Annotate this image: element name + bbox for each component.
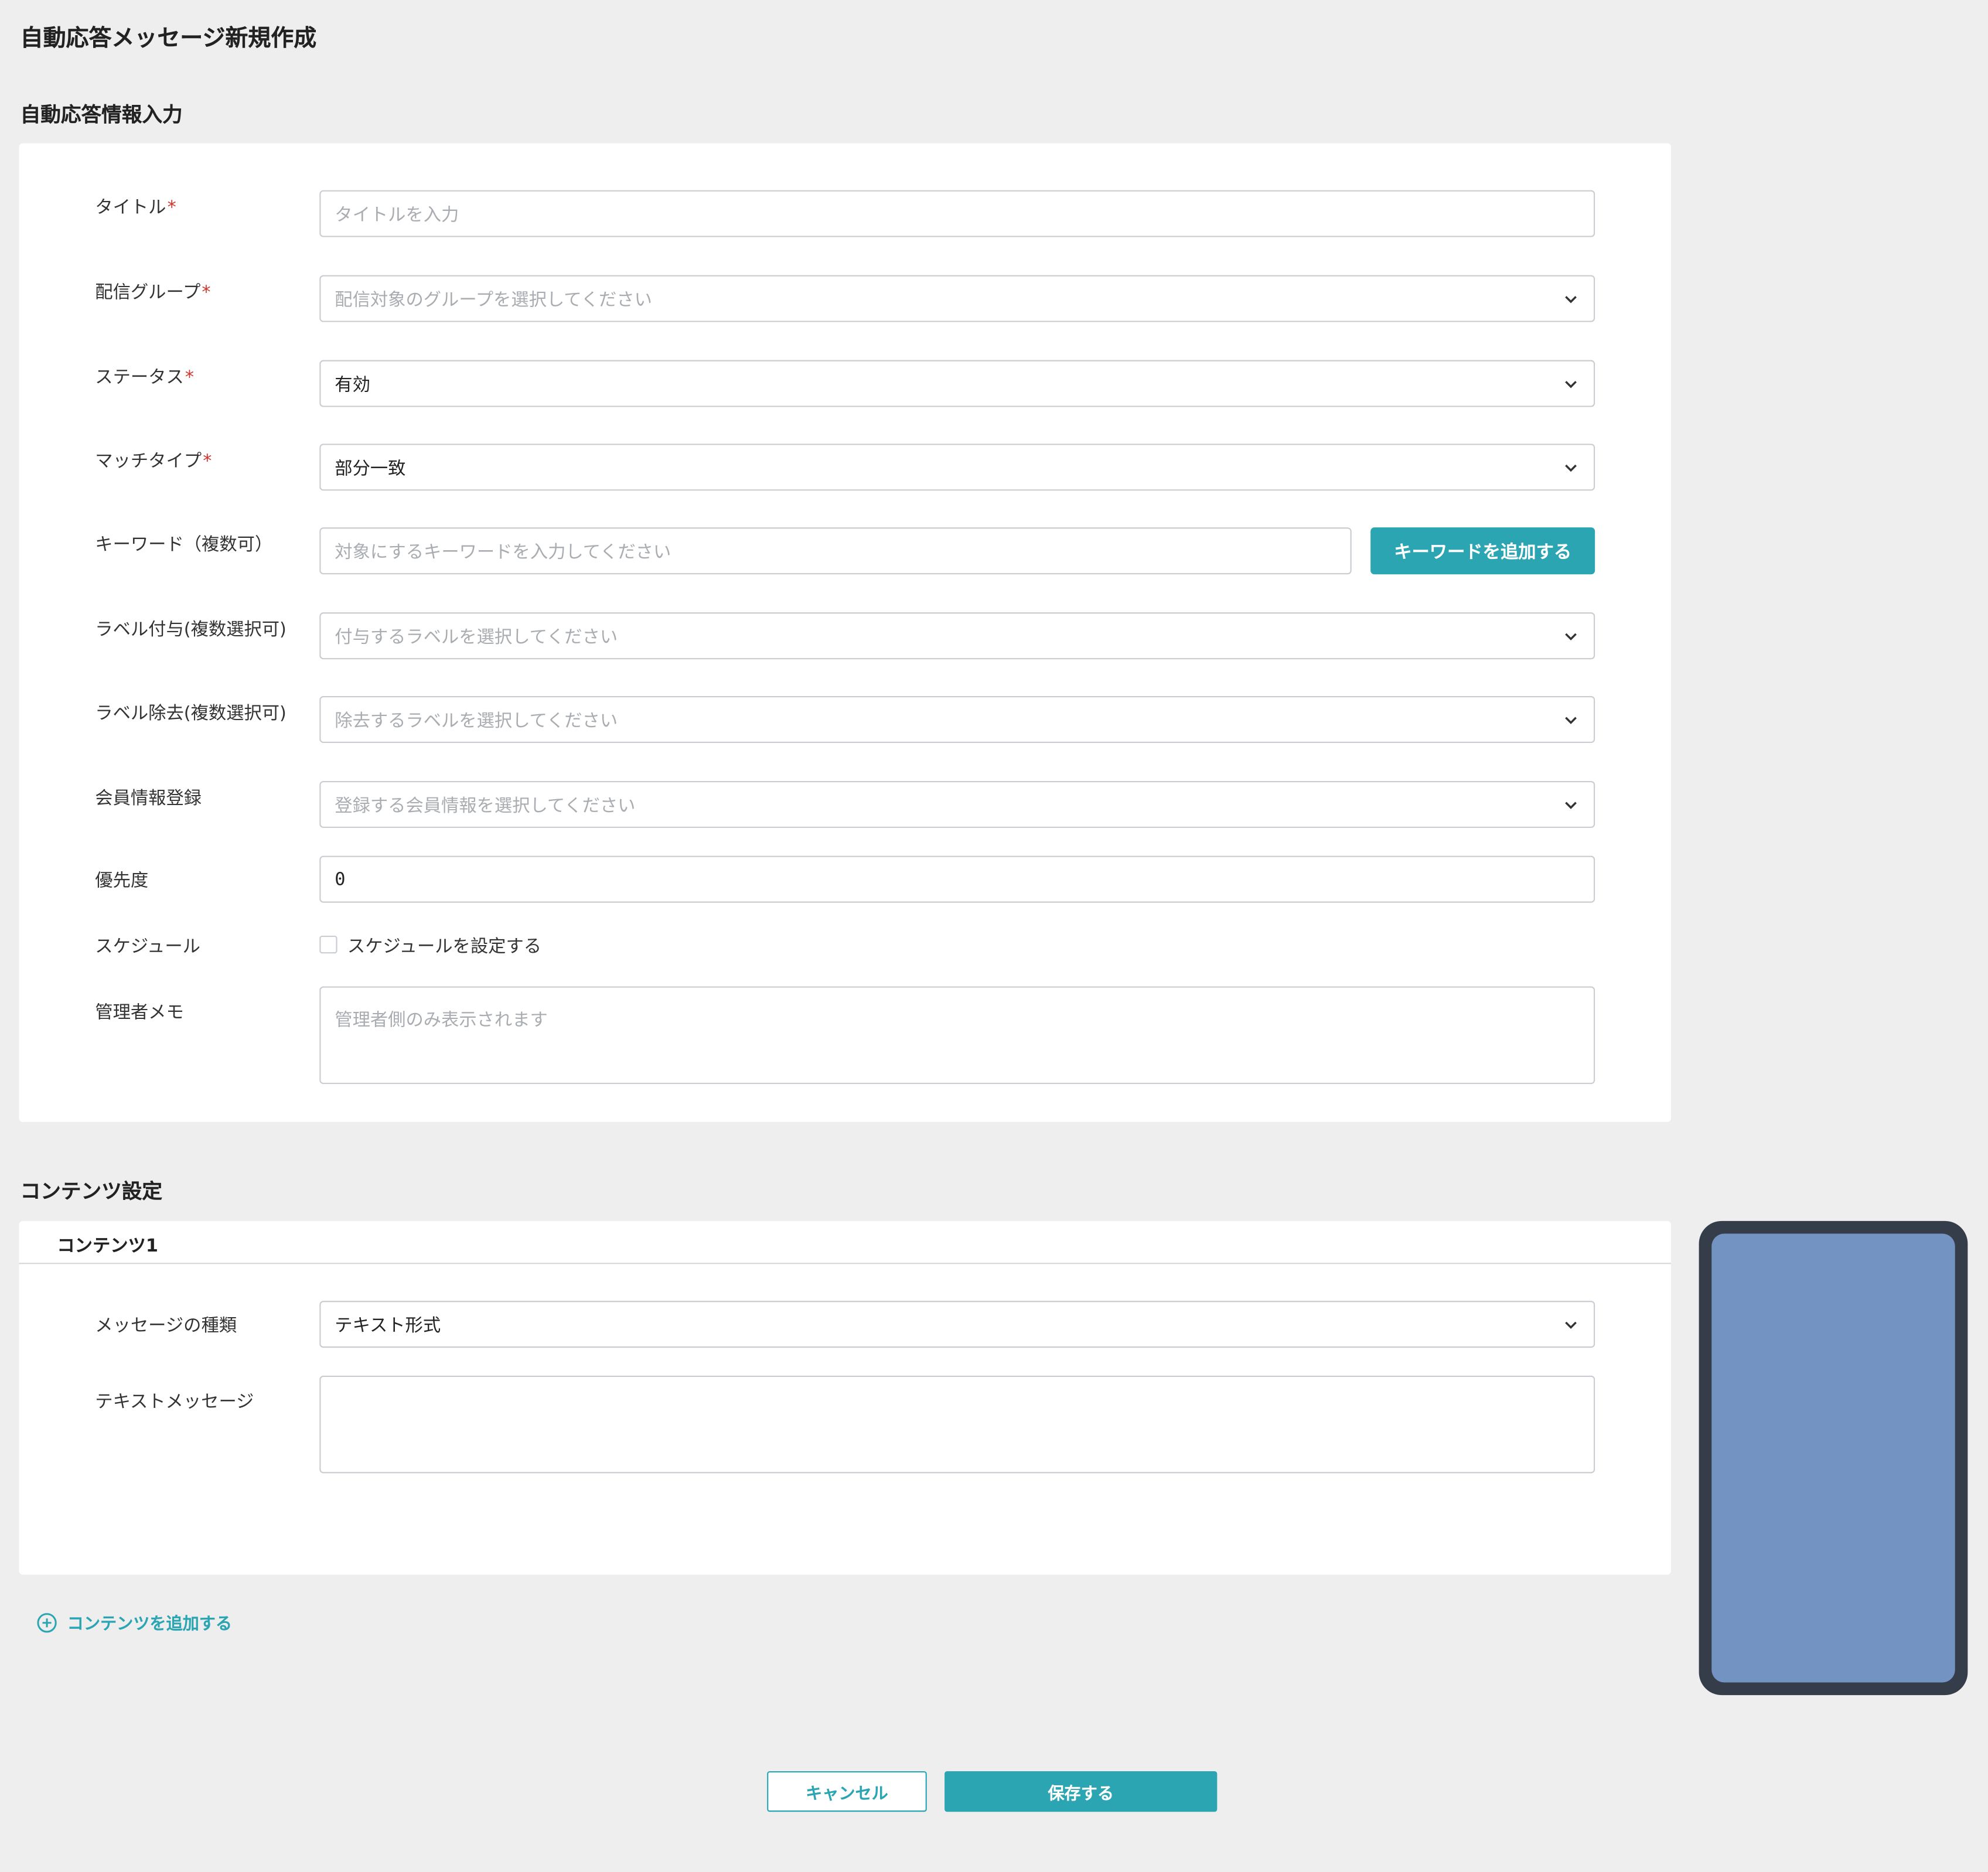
page-title: 自動応答メッセージ新規作成 xyxy=(20,25,317,52)
chevron-down-icon xyxy=(1565,380,1577,388)
text-message-label: テキストメッセージ xyxy=(95,1392,254,1413)
keyword-input[interactable]: 対象にするキーワードを入力してください xyxy=(319,527,1352,575)
chevron-down-icon xyxy=(1565,632,1577,640)
label-add-label: ラベル付与(複数選択可) xyxy=(95,620,287,640)
content-header: コンテンツ1 xyxy=(19,1221,1672,1264)
add-keyword-button[interactable]: キーワードを追加する xyxy=(1370,527,1595,575)
message-type-select[interactable]: テキスト形式 xyxy=(319,1301,1595,1348)
status-select-value: 有効 xyxy=(335,374,370,395)
member-info-select-placeholder: 登録する会員情報を選択してください xyxy=(335,795,636,816)
label-add-select-placeholder: 付与するラベルを選択してください xyxy=(335,627,618,647)
match-type-select-value: 部分一致 xyxy=(335,458,406,479)
label-remove-select-placeholder: 除去するラベルを選択してください xyxy=(335,710,618,731)
info-section-title: 自動応答情報入力 xyxy=(20,103,183,127)
match-type-label: マッチタイプ * xyxy=(95,451,212,472)
label-remove-label: ラベル除去(複数選択可) xyxy=(95,703,287,724)
chevron-down-icon xyxy=(1565,295,1577,303)
content-card: コンテンツ1 メッセージの種類 テキスト形式 テキストメッセージ xyxy=(19,1220,1672,1575)
content-header-title: コンテンツ1 xyxy=(57,1236,158,1257)
message-type-select-value: テキスト形式 xyxy=(335,1315,441,1336)
content-section-title: コンテンツ設定 xyxy=(20,1179,163,1203)
schedule-label: スケジュール xyxy=(95,937,200,957)
phone-preview xyxy=(1699,1220,1968,1696)
priority-label: 優先度 xyxy=(95,871,149,892)
schedule-checkbox-label[interactable]: スケジュールを設定する xyxy=(347,933,541,959)
add-content-button[interactable]: コンテンツを追加する xyxy=(37,1610,232,1634)
page-root: 自動応答メッセージ新規作成 自動応答情報入力 タイトル * タイトルを入力 配信グ… xyxy=(0,0,1988,1872)
title-label: タイトル * xyxy=(95,197,176,219)
chevron-down-icon xyxy=(1565,716,1577,724)
required-mark: * xyxy=(202,282,211,304)
status-label: ステータス * xyxy=(95,367,195,388)
plus-circle-icon xyxy=(37,1612,57,1632)
match-type-select[interactable]: 部分一致 xyxy=(319,444,1595,491)
priority-input[interactable]: 0 xyxy=(319,855,1595,903)
label-remove-select[interactable]: 除去するラベルを選択してください xyxy=(319,695,1595,744)
required-mark: * xyxy=(185,367,195,388)
schedule-checkbox[interactable] xyxy=(319,935,337,954)
phone-preview-screen xyxy=(1711,1233,1955,1683)
label-add-select[interactable]: 付与するラベルを選択してください xyxy=(319,612,1595,660)
cancel-button[interactable]: キャンセル xyxy=(767,1771,927,1812)
chevron-down-icon xyxy=(1565,801,1577,809)
member-info-select[interactable]: 登録する会員情報を選択してください xyxy=(319,780,1595,828)
chevron-down-icon xyxy=(1565,463,1577,472)
info-card: タイトル * タイトルを入力 配信グループ * 配信対象のグループを選択してください… xyxy=(19,143,1672,1123)
add-content-label: コンテンツを追加する xyxy=(67,1615,233,1635)
memo-label: 管理者メモ xyxy=(95,1003,184,1024)
group-select[interactable]: 配信対象のグループを選択してください xyxy=(319,275,1595,322)
chevron-down-icon xyxy=(1565,1321,1577,1328)
text-message-textarea[interactable] xyxy=(319,1375,1595,1474)
required-mark: * xyxy=(203,451,212,472)
status-select[interactable]: 有効 xyxy=(319,360,1595,407)
message-type-label: メッセージの種類 xyxy=(95,1316,237,1336)
required-mark: * xyxy=(167,197,176,219)
title-input[interactable]: タイトルを入力 xyxy=(319,190,1595,237)
memo-textarea[interactable]: 管理者側のみ表示されます xyxy=(319,986,1595,1085)
group-label: 配信グループ * xyxy=(95,282,211,304)
save-button[interactable]: 保存する xyxy=(944,1771,1218,1812)
member-info-label: 会員情報登録 xyxy=(95,788,202,809)
keyword-label: キーワード（複数可） xyxy=(95,535,273,555)
group-select-placeholder: 配信対象のグループを選択してください xyxy=(335,289,652,311)
